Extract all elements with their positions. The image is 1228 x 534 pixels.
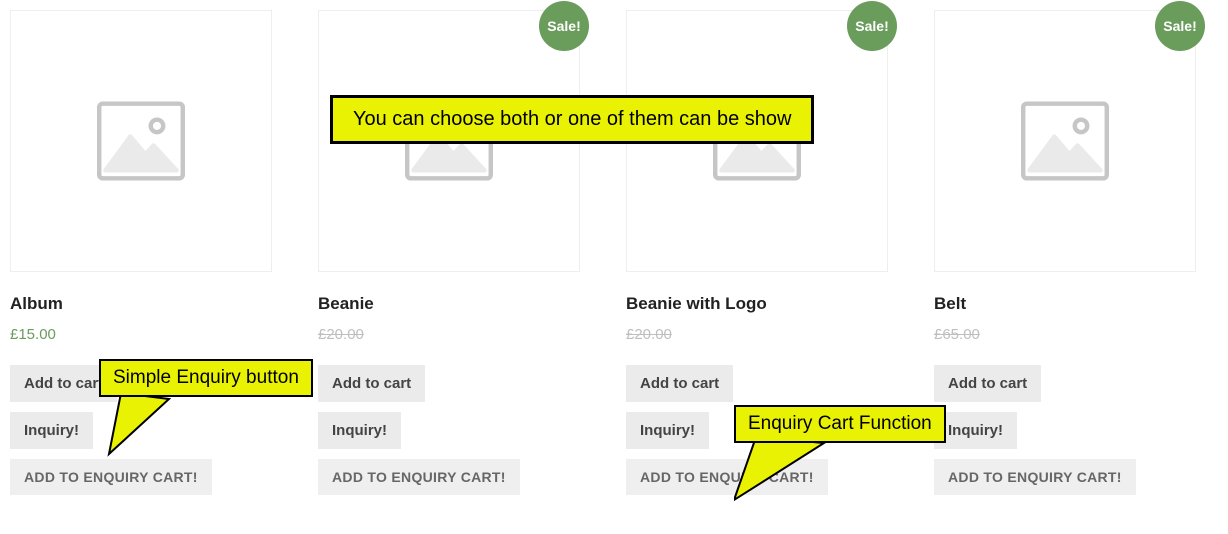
add-to-enquiry-cart-button[interactable]: ADD TO ENQUIRY CART! xyxy=(318,459,520,495)
product-price: £15.00 xyxy=(10,326,272,343)
sale-badge: Sale! xyxy=(1155,1,1205,51)
annotation-callout-simple-enquiry: Simple Enquiry button xyxy=(99,359,349,449)
annotation-label: Enquiry Cart Function xyxy=(734,405,946,443)
product-title[interactable]: Belt xyxy=(934,294,1196,314)
product-price: £20.00 xyxy=(318,326,580,343)
annotation-label: Simple Enquiry button xyxy=(99,359,313,397)
image-placeholder-icon xyxy=(96,101,186,181)
product-title[interactable]: Album xyxy=(10,294,272,314)
sale-badge: Sale! xyxy=(847,1,897,51)
image-placeholder-icon xyxy=(1020,101,1110,181)
add-to-cart-button[interactable]: Add to cart xyxy=(934,365,1041,402)
annotation-top-note: You can choose both or one of them can b… xyxy=(330,95,814,144)
product-image-placeholder[interactable]: Sale! xyxy=(934,10,1196,272)
add-to-cart-button[interactable]: Add to cart xyxy=(626,365,733,402)
product-price: £20.00 xyxy=(626,326,888,343)
product-title[interactable]: Beanie xyxy=(318,294,580,314)
sale-badge: Sale! xyxy=(539,1,589,51)
product-card: Sale! Beanie £20.00 Add to cart Inquiry!… xyxy=(318,10,580,495)
add-to-enquiry-cart-button[interactable]: ADD TO ENQUIRY CART! xyxy=(10,459,212,495)
product-image-placeholder[interactable] xyxy=(10,10,272,272)
product-price: £65.00 xyxy=(934,326,1196,343)
inquiry-button[interactable]: Inquiry! xyxy=(626,412,709,449)
annotation-callout-enquiry-cart: Enquiry Cart Function xyxy=(734,405,994,505)
inquiry-button[interactable]: Inquiry! xyxy=(10,412,93,449)
product-title[interactable]: Beanie with Logo xyxy=(626,294,888,314)
